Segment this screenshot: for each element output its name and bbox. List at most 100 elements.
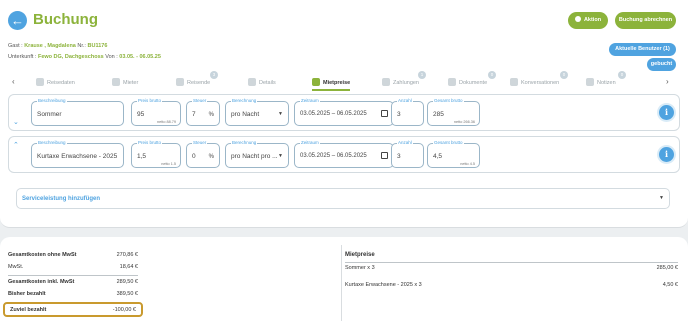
chevron-right-icon[interactable]: › xyxy=(666,77,669,86)
tab-badge: 0 xyxy=(618,71,626,79)
tab-label: Notizen xyxy=(597,80,616,86)
accommodation-info: Unterkunft : Fewo DG, Dachgeschoss Von :… xyxy=(8,54,161,60)
field-value: pro Nacht pro ... xyxy=(231,153,278,160)
calendar-icon[interactable] xyxy=(381,152,388,159)
guest-info: Gast : Krause , Magdalena Nr.: BU1176 xyxy=(8,43,107,49)
cost-summary: Gesamtkosten ohne MwSt 270,86 € MwSt. 18,6… xyxy=(8,250,138,301)
accommodation-name: Fewo DG, Dachgeschoss xyxy=(37,54,104,60)
field-value: 3 xyxy=(397,111,401,118)
tab-label: Mieter xyxy=(123,80,139,86)
tab-reisende[interactable]: Reisende 3 xyxy=(176,71,218,91)
field-label: Preis brutto xyxy=(137,140,163,145)
berechnung-select[interactable]: Berechnung pro Nacht ▼ xyxy=(225,98,289,126)
field-label: Beschreibung xyxy=(37,98,67,103)
info-icon[interactable]: i xyxy=(659,147,674,162)
beschreibung-field[interactable]: Beschreibung Kurtaxe Erwachsene - 2025 xyxy=(31,140,124,168)
tab-label: Dokumente xyxy=(459,80,488,86)
tab-zahlungen[interactable]: Zahlungen 1 xyxy=(382,71,426,91)
summary-value: 289,50 € xyxy=(116,279,138,285)
field-value: 1,5 xyxy=(137,153,147,160)
list-item: Kurtaxe Erwachsene - 2025 x 3 4,50 € xyxy=(345,280,678,297)
note-icon xyxy=(586,78,594,86)
aktuelle-benutzer-button[interactable]: Aktuelle Benutzer (1) xyxy=(609,43,676,56)
calendar-icon xyxy=(36,78,44,86)
tab-konversationen[interactable]: Konversationen 0 xyxy=(510,71,568,91)
service-select[interactable]: Serviceleistung hinzufügen ▼ xyxy=(16,188,670,209)
field-label: Steuer xyxy=(192,98,208,103)
tab-notizen[interactable]: Notizen 0 xyxy=(586,71,626,91)
unterkunft-label: Unterkunft : xyxy=(8,54,38,60)
buchung-abrechnen-button[interactable]: Buchung abrechnen xyxy=(615,12,676,29)
field-label: Anzahl xyxy=(397,140,413,145)
summary-row: Gesamtkosten inkl. MwSt 289,50 € xyxy=(8,277,138,289)
tab-dokumente[interactable]: Dokumente 0 xyxy=(448,71,496,91)
percent-suffix: % xyxy=(208,154,214,160)
anzahl-field[interactable]: Anzahl 3 xyxy=(391,98,424,126)
field-value: pro Nacht xyxy=(231,111,260,118)
status-badge[interactable]: gebucht xyxy=(647,58,676,71)
tab-reisedaten[interactable]: Reisedaten xyxy=(36,75,75,91)
steuer-field[interactable]: Steuer 0% xyxy=(186,140,220,168)
tab-details[interactable]: Details xyxy=(248,75,276,91)
tab-label: Details xyxy=(259,80,276,86)
preis-brutto-field[interactable]: Preis brutto 95 netto 88.79 xyxy=(131,98,181,126)
summary-label: Gesamtkosten inkl. MwSt xyxy=(8,279,75,285)
caret-down-icon: ▼ xyxy=(659,195,664,201)
divider xyxy=(341,245,342,321)
gast-label: Gast : xyxy=(8,43,25,49)
item-value: 4,50 € xyxy=(662,282,678,288)
zeitraum-field[interactable]: Zeitraum 03.05.2025 – 06.05.2025 xyxy=(294,140,394,168)
booking-card: ← Buchung Aktion Buchung abrechnen Aktue… xyxy=(0,0,688,228)
stay-dates: 03.05. - 06.05.25 xyxy=(119,54,161,60)
back-arrow-icon[interactable]: ← xyxy=(8,11,27,30)
list-item: Sommer x 3 285,00 € xyxy=(345,263,678,280)
aktion-button[interactable]: Aktion xyxy=(568,12,608,29)
netto-hint: netto 88.79 xyxy=(156,120,176,124)
anzahl-field[interactable]: Anzahl 3 xyxy=(391,140,424,168)
tab-badge: 0 xyxy=(560,71,568,79)
berechnung-select[interactable]: Berechnung pro Nacht pro ... ▼ xyxy=(225,140,289,168)
summary-panel: Gesamtkosten ohne MwSt 270,86 € MwSt. 18,6… xyxy=(0,237,688,321)
chevron-left-icon[interactable]: ‹ xyxy=(12,77,15,86)
von-label: Von : xyxy=(103,54,120,60)
chevron-down-icon[interactable]: ⌄ xyxy=(13,118,19,126)
info-icon[interactable]: i xyxy=(659,105,674,120)
item-value: 285,00 € xyxy=(656,265,678,271)
tab-badge: 1 xyxy=(418,71,426,79)
summary-row: Gesamtkosten ohne MwSt 270,86 € xyxy=(8,250,138,262)
mietpreise-heading: Mietpreise xyxy=(345,252,375,258)
beschreibung-field[interactable]: Beschreibung Sommer xyxy=(31,98,124,126)
steuer-field[interactable]: Steuer 7% xyxy=(186,98,220,126)
field-value: 7 xyxy=(192,111,196,118)
service-label: Serviceleistung hinzufügen xyxy=(22,196,101,202)
price-row: Beschreibung Sommer Preis brutto 95 netto 8… xyxy=(8,94,680,131)
summary-value: 270,86 € xyxy=(116,252,138,258)
tab-label: Zahlungen xyxy=(393,80,419,86)
tab-label: Reisende xyxy=(187,80,211,86)
person-icon xyxy=(112,78,120,86)
chevron-up-icon[interactable]: ⌃ xyxy=(13,141,19,149)
field-value: 3 xyxy=(397,153,401,160)
tab-mieter[interactable]: Mieter xyxy=(112,75,138,91)
summary-value: 18,64 € xyxy=(119,264,138,270)
gesamt-brutto-field[interactable]: Gesamt brutto 4,5 netto 4.5 xyxy=(427,140,480,168)
summary-row: Bisher bezahlt 389,50 € xyxy=(8,289,138,301)
preis-brutto-field[interactable]: Preis brutto 1,5 netto 1.5 xyxy=(131,140,181,168)
gesamt-brutto-field[interactable]: Gesamt brutto 285 netto 266.36 xyxy=(427,98,480,126)
mietpreise-summary: Mietpreise Sommer x 3 285,00 € Kurtaxe Er… xyxy=(345,252,678,297)
tab-mietpreise[interactable]: Mietpreise xyxy=(312,75,351,91)
tab-label: Konversationen xyxy=(521,80,560,86)
summary-value: 389,50 € xyxy=(116,291,138,297)
payment-icon xyxy=(382,78,390,86)
field-value: 4,5 xyxy=(433,153,443,160)
calendar-icon[interactable] xyxy=(381,110,388,117)
field-label: Zeitraum xyxy=(300,140,320,145)
price-row: Beschreibung Kurtaxe Erwachsene - 2025 Pr… xyxy=(8,136,680,173)
field-value: 285 xyxy=(433,111,444,118)
zeitraum-field[interactable]: Zeitraum 03.05.2025 – 06.05.2025 xyxy=(294,98,394,126)
percent-suffix: % xyxy=(208,112,214,118)
chat-icon xyxy=(510,78,518,86)
item-label: Kurtaxe Erwachsene - 2025 x 3 xyxy=(345,282,422,288)
netto-hint: netto 4.5 xyxy=(460,162,475,166)
field-value: Kurtaxe Erwachsene - 2025 xyxy=(37,153,118,160)
